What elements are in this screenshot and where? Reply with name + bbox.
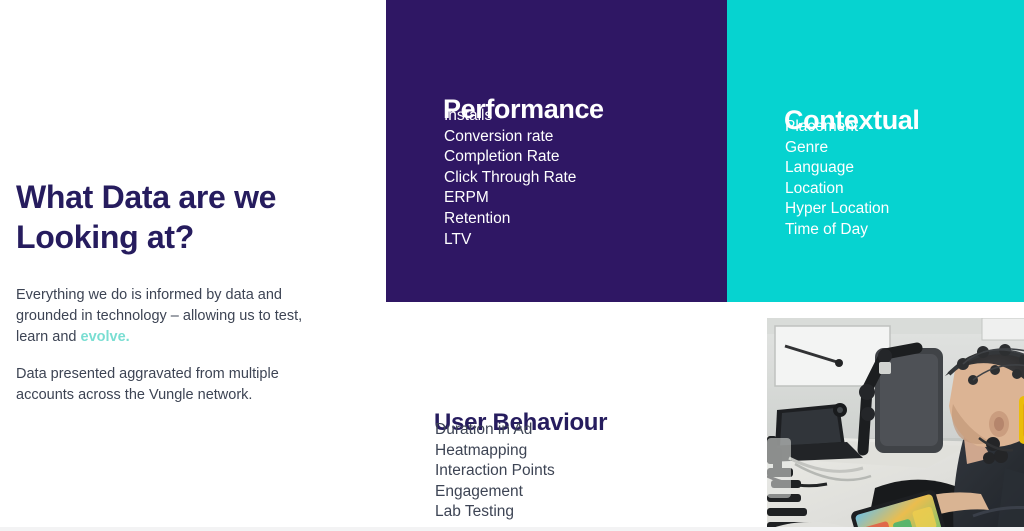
list-item: Lab Testing xyxy=(435,503,514,521)
panel-contextual: Contextual Placement Genre Language Loca… xyxy=(727,0,1024,302)
source-note-paragraph: Data presented aggravated from multiple … xyxy=(16,365,279,403)
panel-user-behaviour-list: Duration in Ad Heatmapping Interaction P… xyxy=(435,420,555,523)
intro-paragraph-accent: evolve. xyxy=(80,328,130,345)
list-item: Conversion rate xyxy=(444,127,554,145)
presentation-slide: What Data are we Looking at? Everything … xyxy=(0,0,1024,531)
list-item: Completion Rate xyxy=(444,148,560,166)
panel-contextual-list: Placement Genre Language Location Hyper … xyxy=(785,117,889,241)
panel-performance-list: Installs Conversion rate Completion Rate… xyxy=(444,106,576,250)
panel-performance: Performance Installs Conversion rate Com… xyxy=(386,0,727,302)
list-item: Interaction Points xyxy=(435,462,555,480)
lab-research-photo xyxy=(767,318,1024,531)
list-item: LTV xyxy=(444,230,472,248)
lab-research-photo-illustration xyxy=(767,318,1024,531)
list-item: Heatmapping xyxy=(435,441,528,459)
panel-user-behaviour: User Behaviour Duration in Ad Heatmappin… xyxy=(386,302,727,531)
list-item: Language xyxy=(785,159,854,177)
list-item: Duration in Ad xyxy=(435,421,533,438)
list-item: Location xyxy=(785,179,844,197)
list-item: Placement xyxy=(785,118,859,135)
intro-paragraph-text: Everything we do is informed by data and… xyxy=(16,286,303,345)
list-item: Genre xyxy=(785,138,829,156)
list-item: Hyper Location xyxy=(785,200,890,218)
list-item: Click Through Rate xyxy=(444,168,577,186)
list-item: Installs xyxy=(444,107,493,124)
left-text-column: What Data are we Looking at? Everything … xyxy=(0,0,386,531)
list-item: Engagement xyxy=(435,482,523,500)
page-title: What Data are we Looking at? xyxy=(16,179,277,255)
bottom-edge-strip xyxy=(0,527,1024,531)
intro-paragraph: Everything we do is informed by data and… xyxy=(16,285,336,348)
list-item: Retention xyxy=(444,209,511,227)
list-item: Time of Day xyxy=(785,220,868,238)
list-item: ERPM xyxy=(444,189,489,207)
